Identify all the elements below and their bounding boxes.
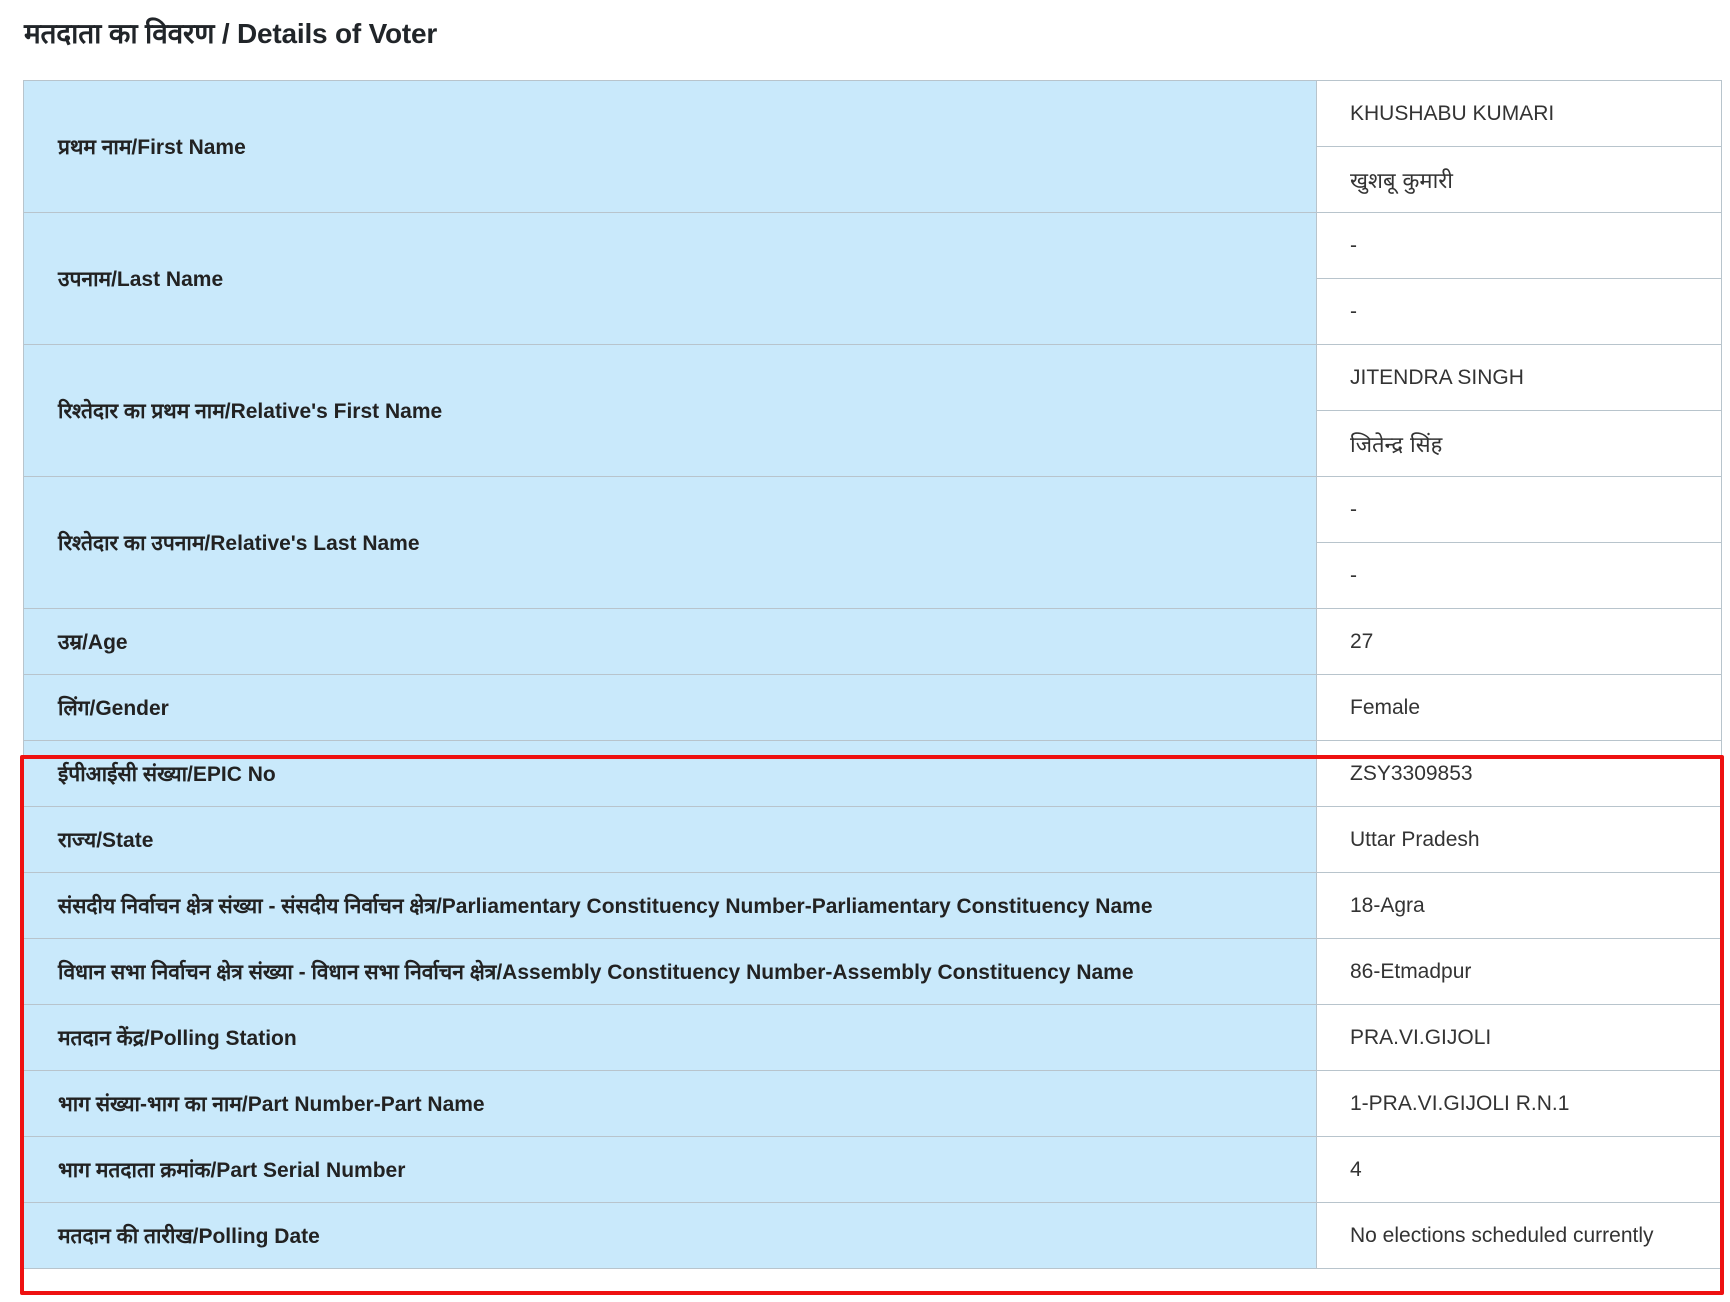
- table-row-last-name: उपनाम/Last Name -: [23, 212, 1722, 345]
- part-label: भाग संख्या-भाग का नाम/Part Number-Part N…: [23, 1070, 1317, 1137]
- epic-no-label: ईपीआईसी संख्या/EPIC No: [23, 740, 1317, 807]
- table-row-age: उम्र/Age 27: [23, 608, 1722, 675]
- age-label: उम्र/Age: [23, 608, 1317, 675]
- assembly-constituency-value: 86-Etmadpur: [1316, 938, 1722, 1005]
- state-value: Uttar Pradesh: [1316, 806, 1722, 873]
- relative-last-name-value-english: -: [1316, 476, 1722, 543]
- relative-last-name-value-hindi: -: [1316, 542, 1722, 609]
- last-name-label: उपनाम/Last Name: [23, 212, 1317, 345]
- table-row-assembly-constituency: विधान सभा निर्वाचन क्षेत्र संख्या - विधा…: [23, 938, 1722, 1005]
- table-row-parliamentary-constituency: संसदीय निर्वाचन क्षेत्र संख्या - संसदीय …: [23, 872, 1722, 939]
- table-row-relative-first-name: रिश्तेदार का प्रथम नाम/Relative's First …: [23, 344, 1722, 477]
- polling-station-value: PRA.VI.GIJOLI: [1316, 1004, 1722, 1071]
- epic-no-value: ZSY3309853: [1316, 740, 1722, 807]
- table-row-epic-no: ईपीआईसी संख्या/EPIC No ZSY3309853: [23, 740, 1722, 807]
- age-value: 27: [1316, 608, 1722, 675]
- table-row-relative-last-name: रिश्तेदार का उपनाम/Relative's Last Name …: [23, 476, 1722, 609]
- relative-first-name-label: रिश्तेदार का प्रथम नाम/Relative's First …: [23, 344, 1317, 477]
- part-value: 1-PRA.VI.GIJOLI R.N.1: [1316, 1070, 1722, 1137]
- gender-value: Female: [1316, 674, 1722, 741]
- parliamentary-constituency-label: संसदीय निर्वाचन क्षेत्र संख्या - संसदीय …: [23, 872, 1317, 939]
- voter-details-table: प्रथम नाम/First Name KHUSHABU KUMARI खुश…: [23, 80, 1722, 1269]
- last-name-value-hindi: -: [1316, 278, 1722, 345]
- first-name-value-hindi: खुशबू कुमारी: [1316, 146, 1722, 213]
- table-row-part-serial-number: भाग मतदाता क्रमांक/Part Serial Number 4: [23, 1136, 1722, 1203]
- table-row-gender: लिंग/Gender Female: [23, 674, 1722, 741]
- gender-label: लिंग/Gender: [23, 674, 1317, 741]
- table-row-state: राज्य/State Uttar Pradesh: [23, 806, 1722, 873]
- last-name-value-english: -: [1316, 212, 1722, 279]
- page-title: मतदाता का विवरण / Details of Voter: [24, 18, 438, 49]
- table-row-polling-date: मतदान की तारीख/Polling Date No elections…: [23, 1202, 1722, 1269]
- table-row-first-name: प्रथम नाम/First Name KHUSHABU KUMARI: [23, 80, 1722, 213]
- polling-station-label: मतदान केंद्र/Polling Station: [23, 1004, 1317, 1071]
- polling-date-value: No elections scheduled currently: [1316, 1202, 1722, 1269]
- table-row-part: भाग संख्या-भाग का नाम/Part Number-Part N…: [23, 1070, 1722, 1137]
- first-name-value-english: KHUSHABU KUMARI: [1316, 80, 1722, 147]
- part-serial-number-label: भाग मतदाता क्रमांक/Part Serial Number: [23, 1136, 1317, 1203]
- polling-date-label: मतदान की तारीख/Polling Date: [23, 1202, 1317, 1269]
- first-name-label: प्रथम नाम/First Name: [23, 80, 1317, 213]
- relative-first-name-value-english: JITENDRA SINGH: [1316, 344, 1722, 411]
- state-label: राज्य/State: [23, 806, 1317, 873]
- table-row-polling-station: मतदान केंद्र/Polling Station PRA.VI.GIJO…: [23, 1004, 1722, 1071]
- assembly-constituency-label: विधान सभा निर्वाचन क्षेत्र संख्या - विधा…: [23, 938, 1317, 1005]
- part-serial-number-value: 4: [1316, 1136, 1722, 1203]
- parliamentary-constituency-value: 18-Agra: [1316, 872, 1722, 939]
- relative-first-name-value-hindi: जितेन्द्र सिंह: [1316, 410, 1722, 477]
- relative-last-name-label: रिश्तेदार का उपनाम/Relative's Last Name: [23, 476, 1317, 609]
